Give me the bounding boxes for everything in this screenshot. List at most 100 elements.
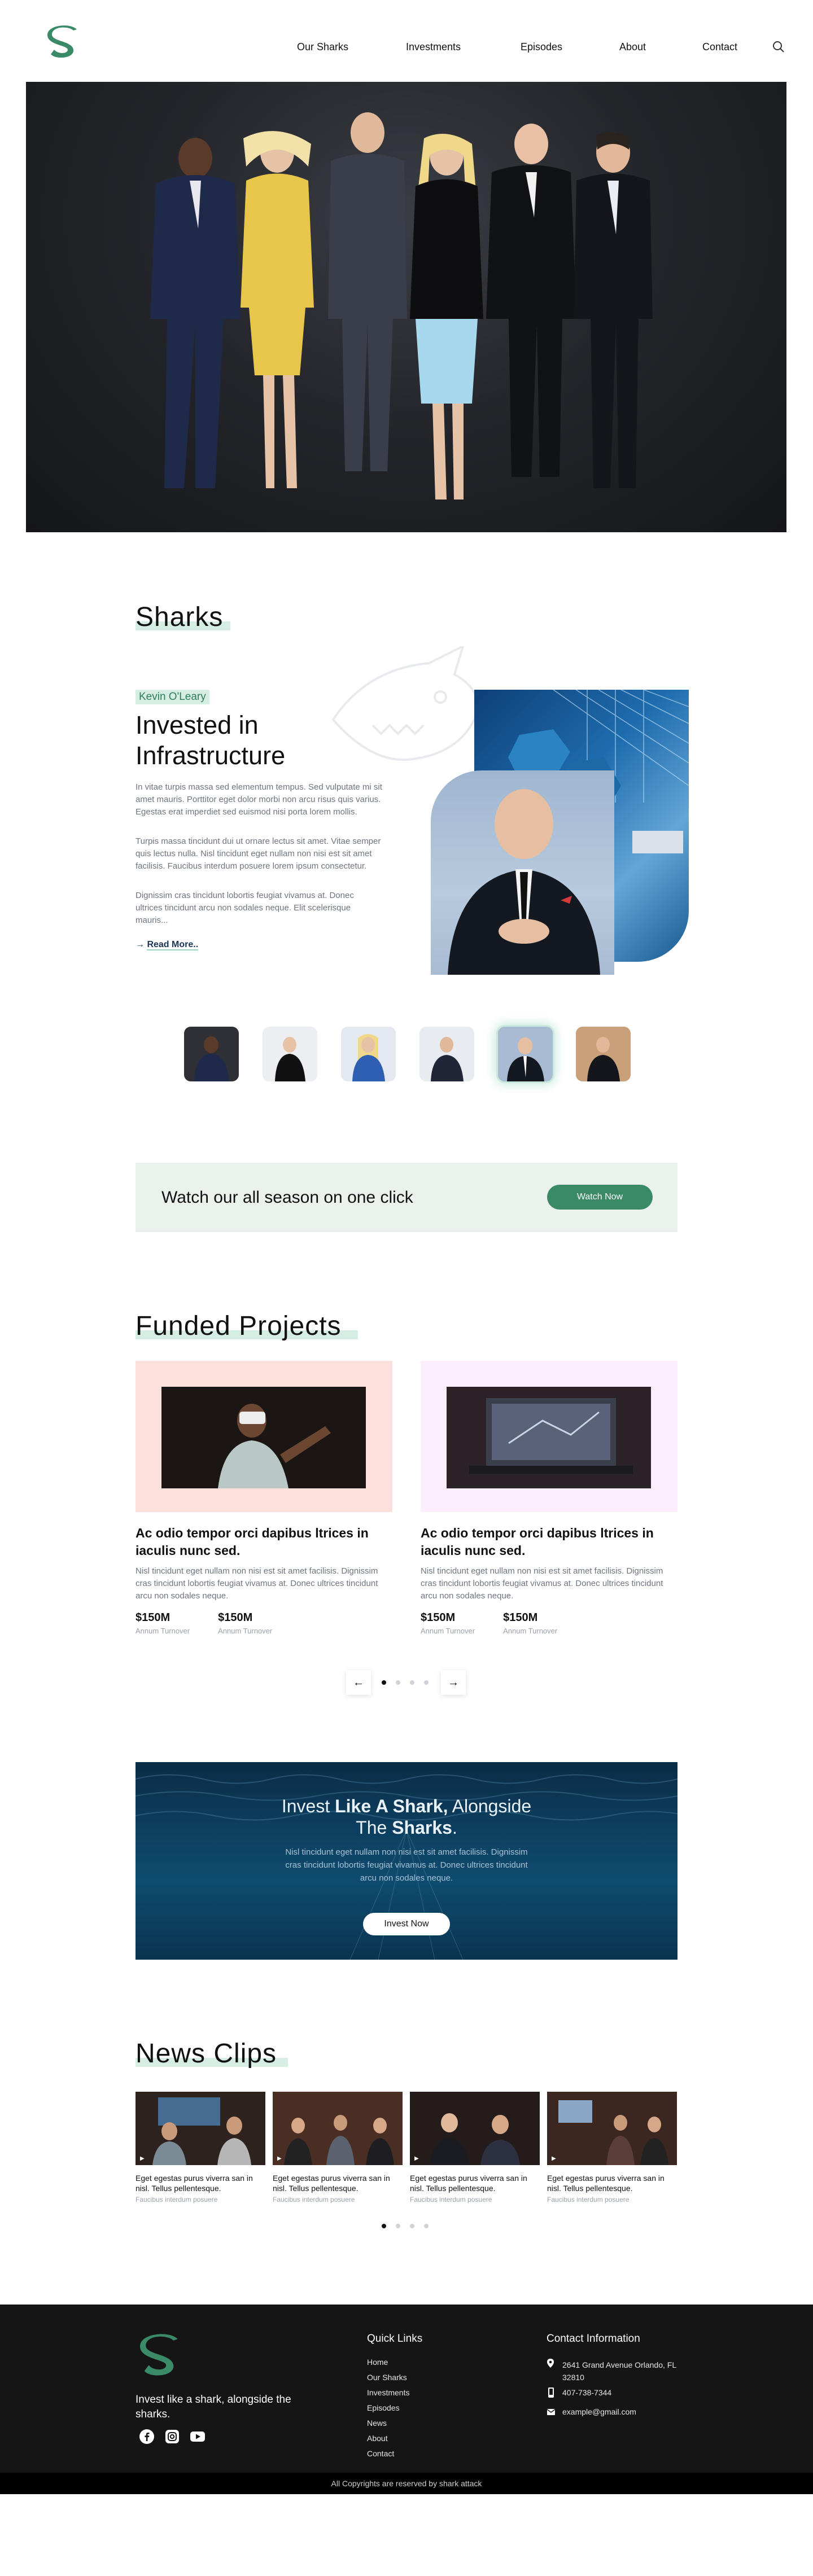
- s-logo-icon[interactable]: [47, 25, 79, 61]
- footer-phone[interactable]: 407-738-7344: [562, 2388, 611, 2397]
- invest-now-button[interactable]: Invest Now: [363, 1913, 450, 1935]
- footer-link-about[interactable]: About: [367, 2434, 388, 2443]
- instagram-icon[interactable]: [164, 2429, 180, 2444]
- news-page-dot-2[interactable]: [396, 2224, 400, 2228]
- project-title: Ac odio tempor orci dapibus ltrices in i…: [421, 1526, 654, 1558]
- contact-info-title: Contact Information: [547, 2333, 640, 2345]
- email-icon: [547, 2409, 555, 2415]
- footer-link-investments[interactable]: Investments: [367, 2388, 409, 2397]
- shark-thumb-1[interactable]: [184, 1027, 239, 1081]
- footer-email[interactable]: example@gmail.com: [562, 2407, 636, 2416]
- news-clip-4[interactable]: ▶ Eget egestas purus viverra san in nisl…: [547, 2092, 677, 2203]
- phone-icon: [548, 2387, 554, 2398]
- footer-link-news[interactable]: News: [367, 2419, 387, 2428]
- nav-contact[interactable]: Contact: [702, 41, 737, 53]
- shark-thumb-figure: [576, 1027, 631, 1081]
- nav-episodes[interactable]: Episodes: [521, 41, 562, 53]
- nav-our-sharks[interactable]: Our Sharks: [297, 41, 348, 53]
- footer-link-our-sharks[interactable]: Our Sharks: [367, 2373, 407, 2382]
- invest-headline-line-2: The Sharks.: [356, 1817, 457, 1838]
- shark-thumb-3[interactable]: [341, 1027, 396, 1081]
- shark-thumb-5-selected[interactable]: [498, 1027, 553, 1081]
- vr-headset-photo: [161, 1387, 366, 1488]
- footer-address: 2641 Grand Avenue Orlando, FL 32810: [562, 2360, 676, 2382]
- play-icon[interactable]: ▶: [277, 2156, 282, 2162]
- quick-links-title: Quick Links: [367, 2333, 423, 2345]
- project-card-1[interactable]: Ac odio tempor orci dapibus ltrices in i…: [136, 1361, 392, 1635]
- stat-value: $150M: [503, 1611, 538, 1624]
- page-dot-2[interactable]: [396, 1680, 400, 1685]
- shark-thumb-4[interactable]: [419, 1027, 474, 1081]
- prev-arrow-icon[interactable]: ←: [346, 1670, 371, 1695]
- clip-scene: [273, 2092, 403, 2165]
- news-clip-title: Eget egestas purus viverra san in nisl. …: [547, 2174, 665, 2193]
- shark-thumb-figure: [498, 1027, 553, 1081]
- youtube-icon[interactable]: [190, 2429, 206, 2444]
- shark-thumb-2[interactable]: [263, 1027, 317, 1081]
- news-clips-title: News Clips: [136, 2039, 289, 2069]
- news-page-dot-1[interactable]: [382, 2224, 386, 2228]
- news-clip-1[interactable]: ▶ Eget egestas purus viverra san in nisl…: [136, 2092, 265, 2203]
- play-icon[interactable]: ▶: [140, 2156, 145, 2162]
- arrow-right-icon: →: [136, 940, 145, 949]
- play-icon[interactable]: ▶: [414, 2156, 419, 2162]
- feature-paragraph-3: Dignissim cras tincidunt lobortis feugia…: [136, 891, 354, 925]
- shark-thumb-figure: [341, 1027, 396, 1081]
- news-clip-thumbnail: ▶: [410, 2092, 540, 2165]
- play-icon[interactable]: ▶: [552, 2156, 556, 2162]
- shark-thumb-6[interactable]: [576, 1027, 631, 1081]
- kevin-oleary-portrait: [431, 770, 614, 975]
- stat-value: $150M: [136, 1611, 171, 1624]
- news-clip-thumbnail: ▶: [136, 2092, 265, 2165]
- hero-sharks-photo: [26, 82, 786, 532]
- shark-selector: [0, 1027, 813, 1083]
- read-more-link[interactable]: → Read More..: [136, 940, 199, 950]
- news-clip-3[interactable]: ▶ Eget egestas purus viverra san in nisl…: [410, 2092, 540, 2203]
- stat-label: Annum Turnover: [421, 1627, 475, 1635]
- stat-label: Annum Turnover: [136, 1627, 190, 1635]
- news-clip-subtitle: Faucibus interdum posuere: [547, 2196, 630, 2203]
- laptop-photo: [447, 1387, 651, 1488]
- project-card-2[interactable]: Ac odio tempor orci dapibus ltrices in i…: [421, 1361, 678, 1635]
- footer-link-home[interactable]: Home: [367, 2358, 388, 2367]
- next-arrow-icon[interactable]: →: [441, 1670, 466, 1695]
- feature-title: Invested in Infrastructure: [136, 711, 286, 770]
- footer-s-logo-icon[interactable]: [140, 2333, 181, 2380]
- funded-projects-title: Funded Projects: [136, 1311, 358, 1341]
- project-image-frame: [421, 1361, 678, 1512]
- news-pagination: [0, 2214, 813, 2238]
- footer-link-episodes[interactable]: Episodes: [367, 2403, 400, 2412]
- news-clip-thumbnail: ▶: [547, 2092, 677, 2165]
- stat-label: Annum Turnover: [218, 1627, 273, 1635]
- project-stats: $150M Annum Turnover $150M Annum Turnover: [136, 1611, 392, 1635]
- nav-investments[interactable]: Investments: [406, 41, 461, 53]
- footer: Invest like a shark, alongside the shark…: [0, 2305, 813, 2473]
- news-clip-subtitle: Faucibus interdum posuere: [273, 2196, 355, 2203]
- shark-thumb-figure: [419, 1027, 474, 1081]
- sharks-section-title: Sharks: [136, 602, 231, 632]
- copyright-bar: All Copyrights are reserved by shark att…: [0, 2473, 813, 2494]
- portrait-figure: [448, 789, 600, 975]
- facebook-icon[interactable]: [139, 2429, 155, 2444]
- search-icon[interactable]: [772, 41, 785, 53]
- page-dot-3[interactable]: [410, 1680, 414, 1685]
- watch-season-banner: Watch our all season on one click Watch …: [136, 1163, 678, 1232]
- news-clip-2[interactable]: ▶ Eget egestas purus viverra san in nisl…: [273, 2092, 403, 2203]
- location-pin-icon: [547, 2359, 554, 2368]
- news-clip-subtitle: Faucibus interdum posuere: [410, 2196, 492, 2203]
- watch-now-button[interactable]: Watch Now: [547, 1185, 653, 1210]
- project-stats: $150M Annum Turnover $150M Annum Turnover: [421, 1611, 678, 1635]
- news-page-dot-3[interactable]: [410, 2224, 414, 2228]
- invest-paragraph: Nisl tincidunt eget nullam non nisi est …: [285, 1847, 528, 1883]
- page-dot-1[interactable]: [382, 1680, 386, 1685]
- page-dot-4[interactable]: [424, 1680, 429, 1685]
- hero-illustration: [150, 112, 653, 500]
- shark-thumb-figure: [263, 1027, 317, 1081]
- news-page-dot-4[interactable]: [424, 2224, 429, 2228]
- shark-name-tag: Kevin O'Leary: [136, 690, 209, 704]
- nav-about[interactable]: About: [619, 41, 646, 53]
- footer-link-contact[interactable]: Contact: [367, 2449, 394, 2458]
- news-clip-subtitle: Faucibus interdum posuere: [136, 2196, 218, 2203]
- feature-paragraph-2: Turpis massa tincidunt dui ut ornare lec…: [136, 836, 381, 871]
- projects-pagination: ← →: [0, 1670, 813, 1695]
